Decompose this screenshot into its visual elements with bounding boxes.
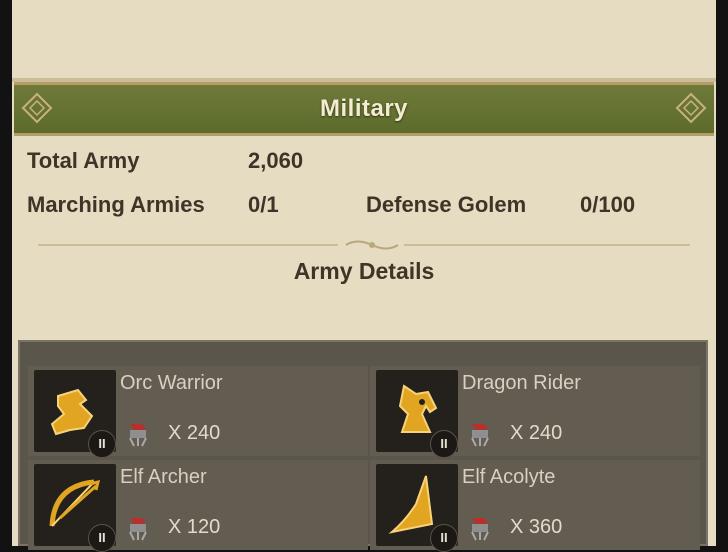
army-details-title: Army Details <box>293 258 435 284</box>
unit-count: X 240 <box>168 422 221 444</box>
banner-ornament-right-icon <box>675 92 707 124</box>
pause-badge[interactable]: II <box>430 430 458 458</box>
unit-card-elf-acolyte[interactable]: II Elf Acolyte X 360 <box>370 460 700 552</box>
unit-count: X 240 <box>510 422 563 444</box>
troop-icon <box>471 518 489 541</box>
divider-line-left <box>38 244 338 246</box>
unit-name: Elf Acolyte <box>462 466 556 488</box>
troop-icon <box>129 424 147 447</box>
divider-ornament-icon <box>345 240 399 250</box>
troop-icon <box>471 424 489 447</box>
marching-armies-value: 0/1 <box>248 192 279 217</box>
total-army-value: 2,060 <box>248 148 304 173</box>
pause-badge[interactable]: II <box>430 524 458 552</box>
game-panel: Military Total Army 2,060 Marching Armie… <box>12 0 716 552</box>
unit-icon-frame: II <box>376 370 458 458</box>
unit-card-orc-warrior[interactable]: II Orc Warrior X 240 <box>28 366 368 458</box>
unit-icon-frame: II <box>34 464 116 552</box>
unit-icon-frame: II <box>376 464 458 552</box>
marching-armies-label: Marching Armies <box>27 192 205 217</box>
defense-golem-label: Defense Golem <box>366 192 527 217</box>
military-banner: Military <box>14 82 714 136</box>
unit-name: Orc Warrior <box>120 372 223 394</box>
unit-count: X 360 <box>510 516 563 538</box>
unit-count: X 120 <box>168 516 221 538</box>
section-title-military: Military <box>319 95 409 122</box>
defense-golem-value: 0/100 <box>580 192 636 217</box>
pause-badge[interactable]: II <box>88 430 116 458</box>
unit-name: Elf Archer <box>120 466 207 488</box>
pause-badge[interactable]: II <box>88 524 116 552</box>
unit-card-dragon-rider[interactable]: II Dragon Rider X 240 <box>370 366 700 458</box>
unit-name: Dragon Rider <box>462 372 581 394</box>
unit-card-elf-archer[interactable]: II Elf Archer X 120 <box>28 460 368 552</box>
army-details-box: II Orc Warrior X 240 II Dragon Rider X 2… <box>18 340 708 552</box>
total-army-label: Total Army <box>27 148 140 173</box>
divider-line-right <box>404 244 690 246</box>
unit-icon-frame: II <box>34 370 116 458</box>
troop-icon <box>129 518 147 541</box>
